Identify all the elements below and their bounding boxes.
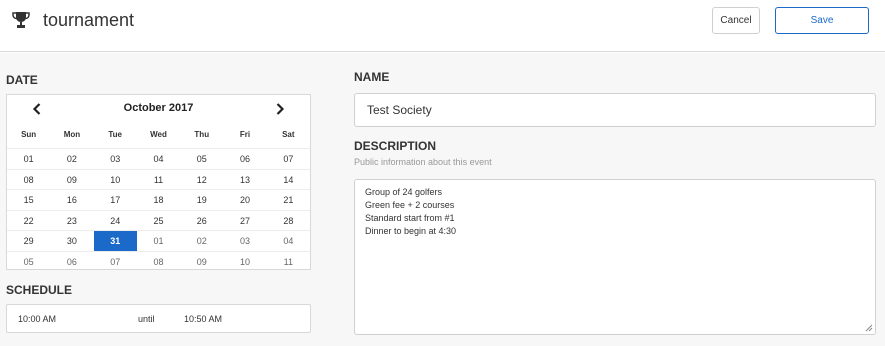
calendar-weekday: Sun: [21, 130, 37, 139]
calendar-day[interactable]: 17: [94, 190, 137, 210]
calendar-day[interactable]: 07: [267, 149, 310, 169]
calendar-day[interactable]: 15: [7, 190, 50, 210]
calendar-day[interactable]: 19: [180, 190, 223, 210]
calendar-day[interactable]: 24: [94, 211, 137, 231]
calendar-day[interactable]: 10: [94, 170, 137, 190]
description-line: Group of 24 golfers: [365, 187, 443, 197]
calendar-day[interactable]: 21: [267, 190, 310, 210]
calendar-day[interactable]: 14: [267, 170, 310, 190]
calendar-weekday-row: Sun Mon Tue Wed Thu Fri Sat: [7, 122, 310, 148]
date-label: DATE: [6, 73, 38, 87]
calendar-day[interactable]: 28: [267, 211, 310, 231]
calendar-nav: October 2017: [7, 95, 310, 122]
calendar-day[interactable]: 16: [50, 190, 93, 210]
page-title: tournament: [43, 10, 135, 30]
date-picker: October 2017 Sun Mon Tue Wed Thu Fri Sat 01 02 03…: [6, 94, 311, 270]
calendar-day[interactable]: 06: [50, 252, 93, 270]
calendar-day[interactable]: 02: [180, 231, 223, 251]
name-input[interactable]: [354, 93, 876, 127]
description-line: Standard start from #1: [365, 213, 455, 223]
description-textarea[interactable]: Group of 24 golfers Green fee + 2 courses…: [354, 179, 876, 335]
schedule-start-time[interactable]: 10:00 AM: [18, 314, 56, 324]
chevron-left-icon[interactable]: [7, 95, 67, 122]
calendar-day[interactable]: 09: [50, 170, 93, 190]
resize-grip-icon[interactable]: [865, 324, 873, 332]
description-label: DESCRIPTION: [354, 139, 437, 153]
main-content: DATE October 2017 Sun Mon Tue Wed Thu Fri Sat 0…: [0, 53, 885, 346]
calendar-grid: Sun Mon Tue Wed Thu Fri Sat 01 02 03 04 05 06 07 08 09 1…: [7, 122, 310, 270]
description-line: Green fee + 2 courses: [365, 200, 455, 210]
calendar-day[interactable]: 04: [137, 149, 180, 169]
calendar-day[interactable]: 03: [94, 149, 137, 169]
calendar-day[interactable]: 04: [267, 231, 310, 251]
schedule-separator: until: [138, 314, 155, 324]
calendar-day[interactable]: 03: [223, 231, 266, 251]
calendar-day[interactable]: 02: [50, 149, 93, 169]
calendar-weekday: Wed: [150, 130, 167, 139]
calendar-day[interactable]: 23: [50, 211, 93, 231]
calendar-week-row: 05 06 07 08 09 10 11: [7, 250, 310, 270]
save-button[interactable]: Save: [775, 7, 869, 34]
calendar-week-row: 08 09 10 11 12 13 14: [7, 168, 310, 190]
calendar-weekday: Thu: [194, 130, 210, 139]
calendar-day[interactable]: 29: [7, 231, 50, 251]
calendar-day[interactable]: 18: [137, 190, 180, 210]
schedule-field[interactable]: 10:00 AM until 10:50 AM: [6, 304, 311, 333]
calendar-day[interactable]: 08: [7, 170, 50, 190]
name-label: NAME: [354, 70, 390, 84]
calendar-month-label[interactable]: October 2017: [67, 95, 250, 122]
calendar-day[interactable]: 07: [94, 252, 137, 270]
calendar-day[interactable]: 10: [223, 252, 266, 270]
calendar-weekday: Fri: [239, 130, 251, 139]
calendar-week-row: 22 23 24 25 26 27 28: [7, 209, 310, 231]
calendar-day[interactable]: 01: [137, 231, 180, 251]
calendar-day[interactable]: 05: [7, 252, 50, 270]
calendar-day[interactable]: 11: [137, 170, 180, 190]
calendar-weekday: Mon: [63, 130, 81, 139]
calendar-day[interactable]: 26: [180, 211, 223, 231]
chevron-right-icon[interactable]: [250, 95, 310, 122]
calendar-week-row: 29 30 31 01 02 03 04: [7, 230, 310, 251]
calendar-day[interactable]: 08: [137, 252, 180, 270]
calendar-day[interactable]: 22: [7, 211, 50, 231]
description-help-text: Public information about this event: [354, 157, 492, 167]
calendar-weekday: Sat: [282, 130, 295, 139]
calendar-day[interactable]: 09: [180, 252, 223, 270]
cancel-button[interactable]: Cancel: [712, 7, 760, 34]
description-line: Dinner to begin at 4:30: [365, 226, 457, 236]
calendar-day-selected[interactable]: 31: [93, 231, 137, 251]
calendar-day[interactable]: 05: [180, 149, 223, 169]
calendar-day[interactable]: 01: [7, 149, 50, 169]
trophy-icon: [11, 10, 31, 30]
calendar-day[interactable]: 27: [223, 211, 266, 231]
calendar-day[interactable]: 11: [267, 252, 310, 270]
calendar-week-row: 15 16 17 18 19 20 21: [7, 189, 310, 210]
calendar-day[interactable]: 30: [50, 231, 93, 251]
calendar-day[interactable]: 20: [223, 190, 266, 210]
calendar-day[interactable]: 13: [223, 170, 266, 190]
schedule-label: SCHEDULE: [6, 283, 73, 297]
calendar-day[interactable]: 06: [223, 149, 266, 169]
calendar-day[interactable]: 25: [137, 211, 180, 231]
calendar-weekday: Tue: [108, 130, 123, 139]
header-bar: tournament Cancel Save: [0, 0, 885, 52]
calendar-week-row: 01 02 03 04 05 06 07: [7, 148, 310, 169]
calendar-day[interactable]: 12: [180, 170, 223, 190]
schedule-end-time[interactable]: 10:50 AM: [184, 314, 222, 324]
